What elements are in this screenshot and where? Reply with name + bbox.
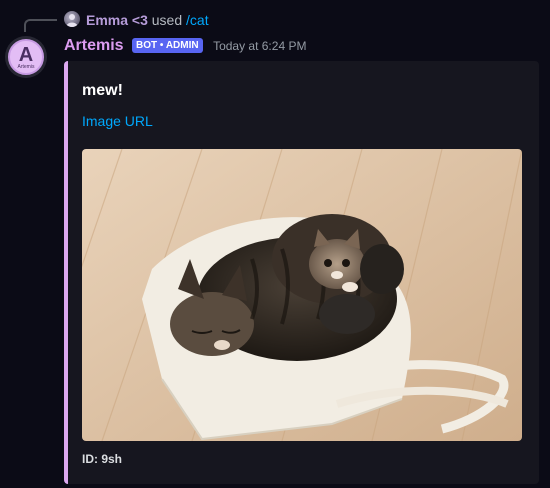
- message-timestamp[interactable]: Today at 6:24 PM: [213, 36, 306, 56]
- message-header: Artemis BOT • ADMIN Today at 6:24 PM: [64, 36, 306, 56]
- author-name[interactable]: Artemis: [64, 36, 124, 56]
- command-reply-line: Emma <3 used /cat: [0, 0, 550, 36]
- reply-used-label: used: [151, 12, 183, 28]
- author-avatar-image: A Artemis: [8, 39, 44, 75]
- message-embed: mew! Image URL ID: 9sh: [64, 61, 539, 484]
- embed-footer: ID: 9sh: [82, 452, 123, 466]
- embed-title: mew!: [82, 82, 123, 99]
- reply-avatar-image: [66, 14, 78, 27]
- avatar-letter: A: [18, 44, 34, 66]
- cat-photo: [82, 149, 522, 441]
- reply-user-avatar[interactable]: [64, 11, 80, 27]
- embed-image[interactable]: [82, 149, 522, 441]
- image-url-link[interactable]: Image URL: [82, 112, 153, 130]
- reply-spine: [24, 19, 57, 32]
- avatar-subtext: Artemis: [17, 64, 35, 70]
- author-avatar[interactable]: A Artemis: [5, 36, 47, 78]
- reply-text: Emma <3 used /cat: [86, 11, 209, 29]
- bot-admin-tag: BOT • ADMIN: [132, 37, 203, 53]
- reply-command[interactable]: /cat: [186, 12, 209, 28]
- reply-username[interactable]: Emma <3: [86, 12, 148, 28]
